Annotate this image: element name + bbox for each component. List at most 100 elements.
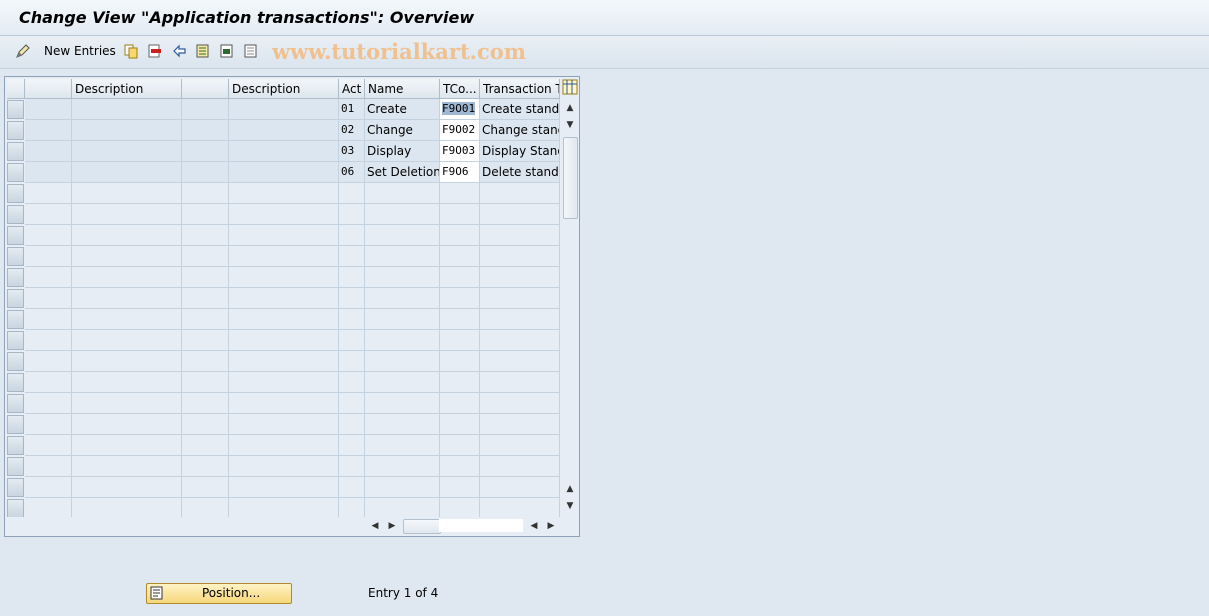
- transaction-text-cell: [480, 435, 560, 456]
- tcode-cell[interactable]: F9O03: [440, 141, 480, 162]
- undo-icon[interactable]: [171, 43, 187, 59]
- row-selector[interactable]: [7, 331, 24, 350]
- vertical-scrollbar[interactable]: ▲ ▼ ▲ ▼: [562, 99, 578, 514]
- table-cell: [72, 267, 182, 288]
- table-cell: [229, 288, 339, 309]
- transaction-text-cell-text: Delete stand.: [482, 165, 560, 179]
- row-selector[interactable]: [7, 163, 24, 182]
- scroll-right-icon[interactable]: ▶: [543, 519, 559, 533]
- row-selector[interactable]: [7, 478, 24, 497]
- scroll-left-icon[interactable]: ◀: [526, 519, 542, 533]
- deselect-all-icon[interactable]: [243, 43, 259, 59]
- column-header-description[interactable]: Description: [229, 79, 339, 99]
- activity-cell: 02: [339, 120, 365, 141]
- table-row: [5, 435, 560, 456]
- table-cell: [72, 435, 182, 456]
- select-all-rows-header[interactable]: [7, 79, 25, 99]
- row-selector[interactable]: [7, 100, 24, 119]
- table-cell: [72, 246, 182, 267]
- delete-icon[interactable]: [147, 43, 163, 59]
- entry-status: Entry 1 of 4: [368, 586, 439, 600]
- table-cell: [72, 477, 182, 498]
- select-all-icon[interactable]: [195, 43, 211, 59]
- tcode-cell[interactable]: F9O02: [440, 120, 480, 141]
- tcode-cell[interactable]: F9O6: [440, 162, 480, 183]
- scroll-left-icon[interactable]: ◀: [367, 519, 383, 533]
- table-row: [5, 393, 560, 414]
- table-cell: [229, 372, 339, 393]
- row-selector[interactable]: [7, 310, 24, 329]
- row-selector[interactable]: [7, 205, 24, 224]
- row-selector[interactable]: [7, 247, 24, 266]
- row-selector[interactable]: [7, 142, 24, 161]
- column-header-description[interactable]: Description: [72, 79, 182, 99]
- name-cell-text: Create: [367, 102, 407, 116]
- tcode-cell: [440, 225, 480, 246]
- table-cell: [25, 393, 72, 414]
- scroll-right-icon[interactable]: ▶: [384, 519, 400, 533]
- row-selector[interactable]: [7, 436, 24, 455]
- edit-icon[interactable]: [15, 43, 31, 59]
- row-selector[interactable]: [7, 352, 24, 371]
- row-selector[interactable]: [7, 415, 24, 434]
- table-cell: [182, 162, 229, 183]
- row-selector[interactable]: [7, 394, 24, 413]
- table-cell: [229, 435, 339, 456]
- table-cell: [229, 141, 339, 162]
- table-cell: [72, 456, 182, 477]
- vertical-scroll-thumb[interactable]: [563, 137, 578, 219]
- name-cell-text: Change: [367, 123, 413, 137]
- table-cell: [229, 120, 339, 141]
- table-cell: [25, 162, 72, 183]
- table-cell: [229, 99, 339, 120]
- table-cell: [72, 183, 182, 204]
- column-header-activity[interactable]: Act: [339, 79, 365, 99]
- tcode-cell-text: F9O03: [442, 144, 476, 157]
- column-header[interactable]: [182, 79, 229, 99]
- tcode-cell[interactable]: F9O01: [440, 99, 480, 120]
- tcode-cell-text: F9O02: [442, 123, 476, 136]
- table-cell: [229, 162, 339, 183]
- row-selector[interactable]: [7, 226, 24, 245]
- name-cell: [365, 204, 440, 225]
- column-header-name[interactable]: Name: [365, 79, 440, 99]
- transaction-text-cell: [480, 414, 560, 435]
- scroll-up-icon[interactable]: ▲: [562, 482, 578, 496]
- activity-cell: [339, 288, 365, 309]
- name-cell: [365, 477, 440, 498]
- new-entries-button[interactable]: New Entries: [44, 44, 116, 58]
- scroll-up-icon[interactable]: ▲: [562, 101, 578, 115]
- horizontal-scrollbar[interactable]: ◀ ▶ ◀ ▶: [5, 517, 579, 536]
- table-settings-icon[interactable]: [562, 79, 578, 95]
- position-icon: [150, 586, 164, 600]
- horizontal-scroll-thumb[interactable]: [403, 519, 441, 534]
- row-selector[interactable]: [7, 373, 24, 392]
- row-selector[interactable]: [7, 184, 24, 203]
- table-cell: [25, 330, 72, 351]
- table-row: [5, 414, 560, 435]
- table-row: 02 Change F9O02 Change stand.: [5, 120, 560, 141]
- table-row: [5, 498, 560, 517]
- copy-icon[interactable]: [123, 43, 139, 59]
- row-selector[interactable]: [7, 499, 24, 517]
- table-cell: [182, 435, 229, 456]
- scroll-down-icon[interactable]: ▼: [562, 499, 578, 513]
- name-cell: Display: [365, 141, 440, 162]
- column-header-transaction-text[interactable]: Transaction Te: [480, 79, 560, 99]
- table-cell: [182, 288, 229, 309]
- select-block-icon[interactable]: [219, 43, 235, 59]
- table-row: [5, 288, 560, 309]
- position-button[interactable]: Position...: [146, 583, 292, 604]
- transaction-text-cell-text: Change stand.: [482, 123, 559, 137]
- row-selector[interactable]: [7, 457, 24, 476]
- column-header[interactable]: [25, 79, 72, 99]
- horizontal-scroll-track[interactable]: [439, 519, 523, 532]
- table-cell: [182, 120, 229, 141]
- row-selector[interactable]: [7, 289, 24, 308]
- table-row: [5, 351, 560, 372]
- row-selector[interactable]: [7, 268, 24, 287]
- name-cell: Set Deletion...: [365, 162, 440, 183]
- scroll-down-icon[interactable]: ▼: [562, 118, 578, 132]
- column-header-tcode[interactable]: TCo...: [440, 79, 480, 99]
- row-selector[interactable]: [7, 121, 24, 140]
